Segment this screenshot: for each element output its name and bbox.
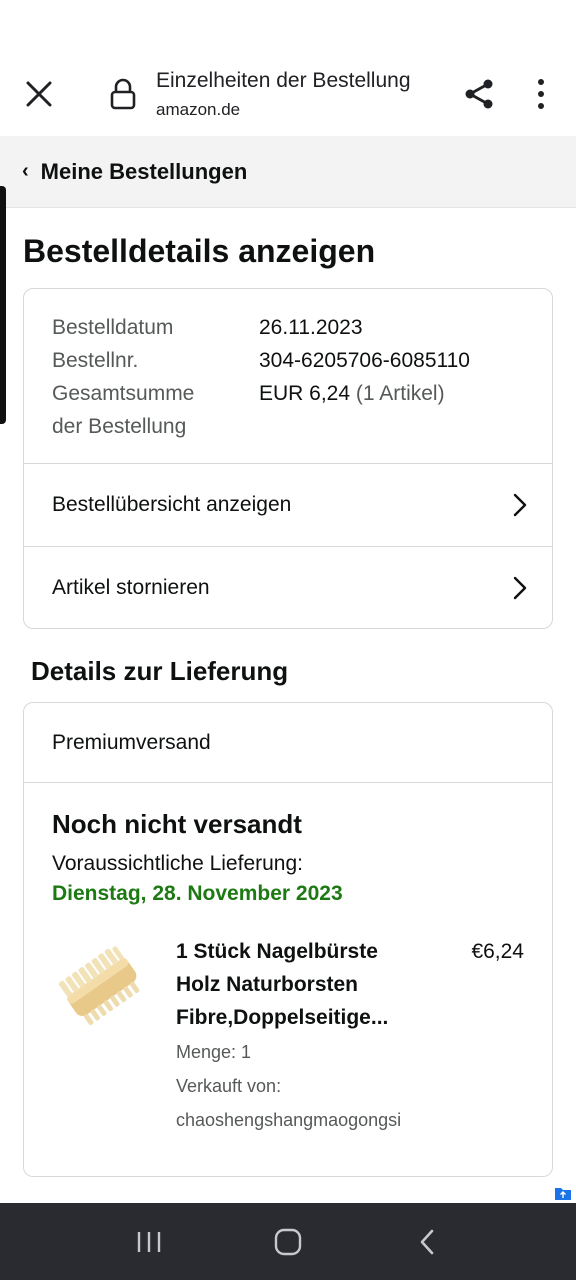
page-title: Bestelldetails anzeigen xyxy=(23,233,376,269)
home-icon[interactable] xyxy=(268,1222,308,1262)
recent-apps-icon[interactable] xyxy=(129,1222,169,1262)
eta-date: Dienstag, 28. November 2023 xyxy=(52,882,343,905)
order-date-row: Bestelldatum 26.11.2023 xyxy=(52,311,524,344)
view-invoice-link[interactable]: Bestellübersicht anzeigen xyxy=(24,464,552,546)
view-invoice-label: Bestellübersicht anzeigen xyxy=(52,493,292,516)
order-summary-card: Bestelldatum 26.11.2023 Bestellnr. 304-6… xyxy=(23,288,553,629)
shipment-status: Noch nicht versandt xyxy=(52,809,302,839)
browser-page-title: Einzelheiten der Bestellung xyxy=(156,69,411,92)
chevron-left-icon: ‹ xyxy=(22,160,29,182)
delivery-section-title: Details zur Lieferung xyxy=(31,656,289,686)
browser-url: amazon.de xyxy=(156,100,241,119)
close-icon[interactable] xyxy=(20,75,58,113)
share-icon[interactable] xyxy=(460,75,498,113)
back-label: Meine Bestellungen xyxy=(40,158,248,184)
browser-title-block[interactable]: Einzelheiten der Bestellung amazon.de xyxy=(156,68,460,120)
order-total-value-block: EUR 6,24 (1 Artikel) xyxy=(259,377,445,443)
cancel-items-link[interactable]: Artikel stornieren xyxy=(24,546,552,628)
cancel-items-label: Artikel stornieren xyxy=(52,575,210,599)
item-price: €6,24 xyxy=(471,940,524,963)
shipment-details: Noch nicht versandt Voraussichtliche Lie… xyxy=(24,783,552,1176)
sold-by-label: Verkauft von: xyxy=(176,1076,282,1096)
seller-name: chaoshengshangmaogongsi xyxy=(176,1110,402,1130)
item-info: 1 Stück Nagelbürste Holz Naturborsten Fi… xyxy=(176,935,524,1136)
order-date-label: Bestelldatum xyxy=(52,316,174,339)
item-quantity: Menge: 1 xyxy=(176,1042,252,1062)
order-total-label: Gesamtsumme der Bestellung xyxy=(52,377,259,443)
status-bar-area xyxy=(0,0,576,52)
chevron-right-icon xyxy=(513,576,527,599)
order-item[interactable]: 1 Stück Nagelbürste Holz Naturborsten Fi… xyxy=(52,935,524,1136)
item-header: 1 Stück Nagelbürste Holz Naturborsten Fi… xyxy=(176,935,524,1034)
order-summary: Bestelldatum 26.11.2023 Bestellnr. 304-6… xyxy=(24,289,552,464)
order-number-label: Bestellnr. xyxy=(52,349,139,372)
screenshot-folder-icon[interactable] xyxy=(554,1185,572,1201)
order-total-value: EUR 6,24 xyxy=(259,382,351,405)
order-total-label-line2: der Bestellung xyxy=(52,415,187,438)
edge-panel-handle[interactable] xyxy=(0,186,6,424)
lock-icon[interactable] xyxy=(104,75,142,113)
chevron-right-icon xyxy=(513,493,527,517)
system-navigation-bar xyxy=(0,1203,576,1280)
order-item-count: (1 Artikel) xyxy=(355,382,445,405)
browser-toolbar: Einzelheiten der Bestellung amazon.de xyxy=(0,52,576,136)
nail-brush-image[interactable] xyxy=(52,935,152,1035)
order-date-value: 26.11.2023 xyxy=(259,316,363,339)
back-icon[interactable] xyxy=(407,1222,447,1262)
item-title[interactable]: 1 Stück Nagelbürste Holz Naturborsten Fi… xyxy=(176,935,428,1034)
order-number-row: Bestellnr. 304-6205706-6085110 xyxy=(52,344,524,377)
order-total-row: Gesamtsumme der Bestellung EUR 6,24 (1 A… xyxy=(52,377,524,443)
delivery-card: Premiumversand Noch nicht versandt Vorau… xyxy=(23,702,553,1177)
order-total-label-line1: Gesamtsumme xyxy=(52,382,195,405)
order-number-value: 304-6205706-6085110 xyxy=(259,349,470,372)
eta-label: Voraussichtliche Lieferung: xyxy=(52,852,303,875)
shipping-method: Premiumversand xyxy=(24,703,552,783)
back-to-orders-link[interactable]: ‹ Meine Bestellungen xyxy=(0,136,576,208)
more-vertical-icon[interactable] xyxy=(522,75,560,113)
